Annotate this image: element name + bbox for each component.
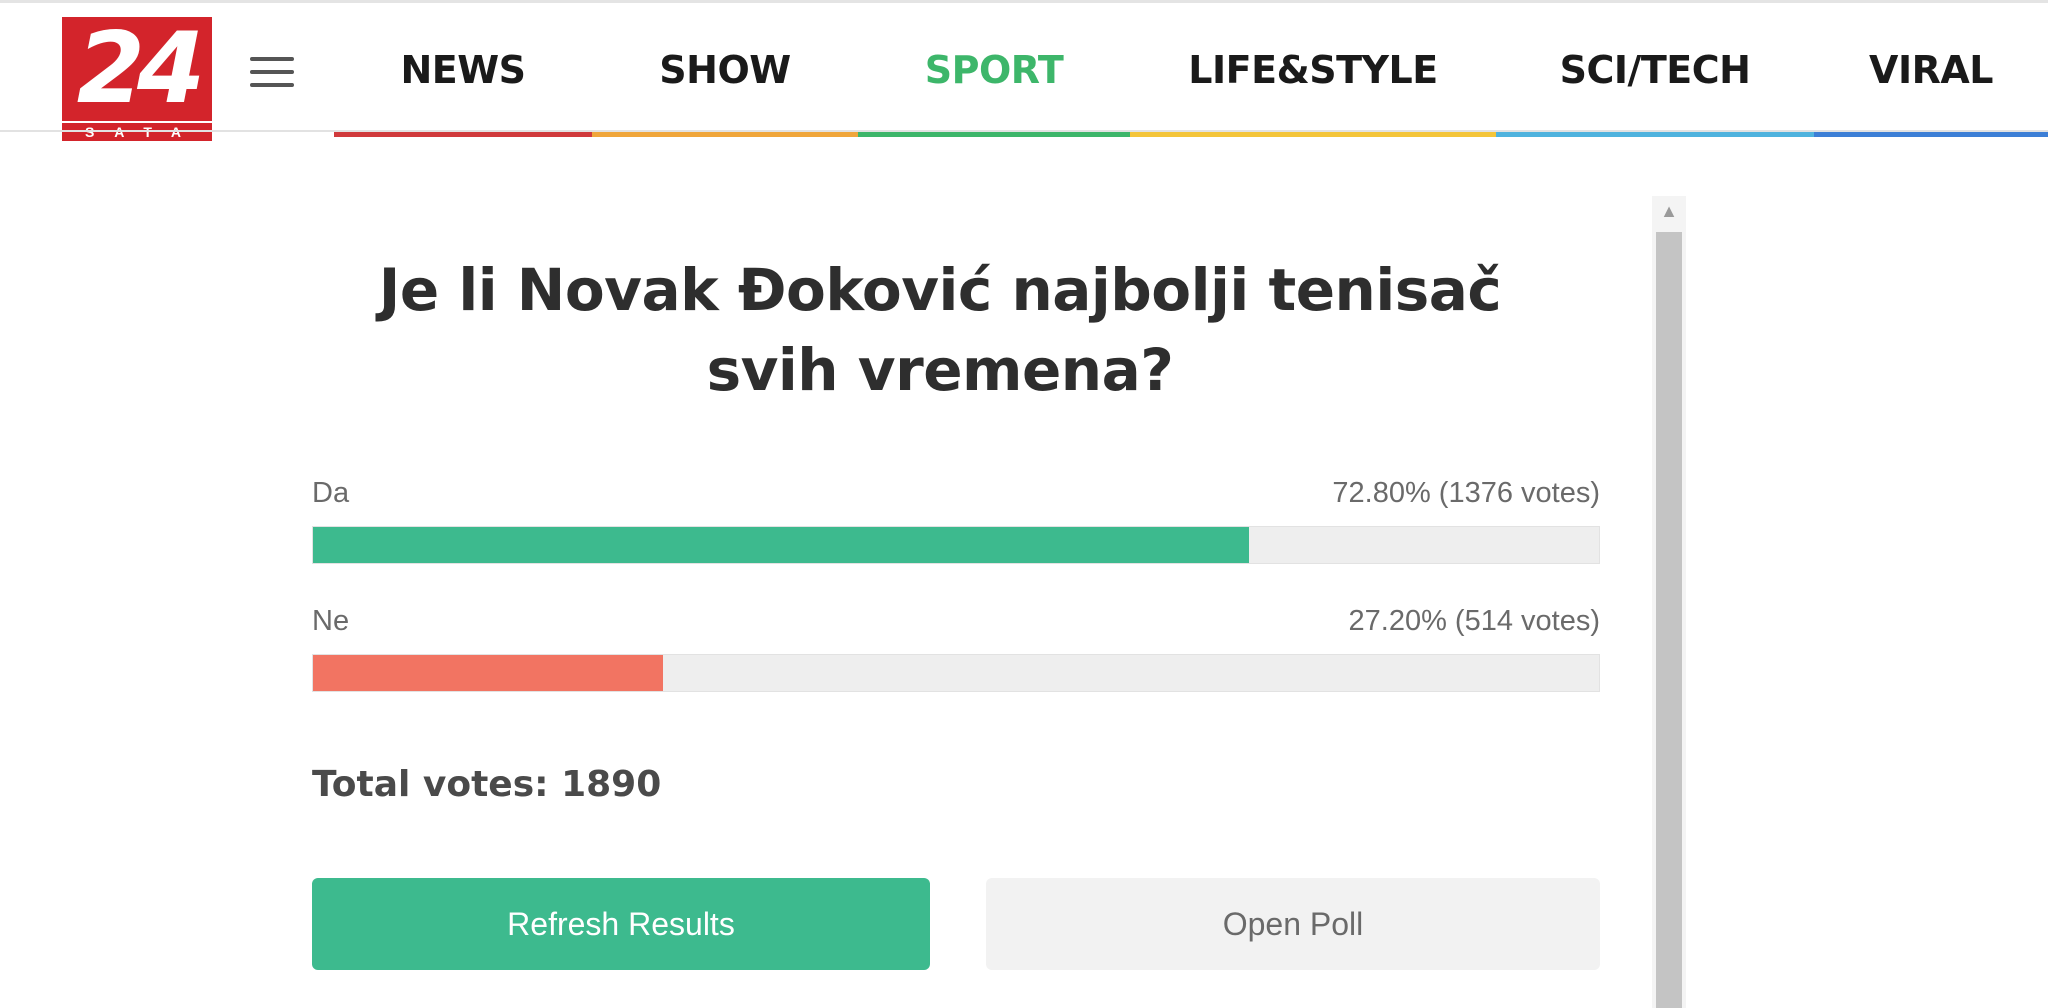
poll-option-bar: [312, 526, 1600, 564]
total-votes: Total votes: 1890: [312, 764, 662, 805]
poll-question-line: Je li Novak Đoković najbolji tenisač: [378, 256, 1502, 324]
nav-item-scitech[interactable]: SCI/TECH: [1496, 3, 1814, 139]
poll-option-result: 72.80% (1376 votes): [1332, 477, 1600, 509]
main-nav: NEWS SHOW SPORT LIFE&STYLE SCI/TECH VIRA…: [334, 3, 2048, 139]
nav-item-sport[interactable]: SPORT: [858, 3, 1130, 139]
nav-item-label: LIFE&STYLE: [1188, 48, 1438, 92]
poll-option-label: Da: [312, 477, 350, 509]
nav-item-news[interactable]: NEWS: [334, 3, 592, 139]
site-header: 24 SATA NEWS SHOW SPORT LIFE&STYLE SCI/T…: [0, 3, 2048, 141]
hamburger-line: [250, 83, 294, 87]
open-poll-button[interactable]: Open Poll: [986, 878, 1600, 970]
header-divider: [0, 130, 2048, 132]
poll-option-bar-fill: [313, 655, 663, 691]
page: 24 SATA NEWS SHOW SPORT LIFE&STYLE SCI/T…: [0, 0, 2048, 1008]
poll-question-line: svih vremena?: [706, 336, 1174, 404]
hamburger-menu-icon[interactable]: [250, 55, 296, 91]
scrollbar-thumb[interactable]: [1656, 232, 1682, 1008]
nav-item-viral[interactable]: VIRAL: [1814, 3, 2048, 139]
poll-option-bar-fill: [313, 527, 1250, 563]
hamburger-line: [250, 57, 294, 61]
site-logo[interactable]: 24 SATA: [62, 17, 212, 141]
nav-item-label: VIRAL: [1869, 48, 1993, 92]
poll-question: Je li Novak Đoković najbolji tenisač svi…: [290, 250, 1590, 410]
poll-option-bar: [312, 654, 1600, 692]
chevron-up-icon[interactable]: ▲: [1652, 196, 1686, 226]
logo-digits: 24: [62, 17, 212, 121]
nav-item-label: NEWS: [400, 48, 526, 92]
hamburger-line: [250, 70, 294, 74]
nav-item-label: SPORT: [924, 48, 1064, 92]
nav-item-lifestyle[interactable]: LIFE&STYLE: [1130, 3, 1496, 139]
nav-item-label: SHOW: [659, 48, 791, 92]
refresh-results-button[interactable]: Refresh Results: [312, 878, 930, 970]
nav-item-label: SCI/TECH: [1559, 48, 1751, 92]
scrollbar[interactable]: ▲: [1652, 196, 1686, 1008]
nav-item-show[interactable]: SHOW: [592, 3, 858, 139]
logo-subtitle: SATA: [62, 123, 212, 141]
poll-option-result: 27.20% (514 votes): [1348, 605, 1600, 637]
poll-option-label: Ne: [312, 605, 350, 637]
